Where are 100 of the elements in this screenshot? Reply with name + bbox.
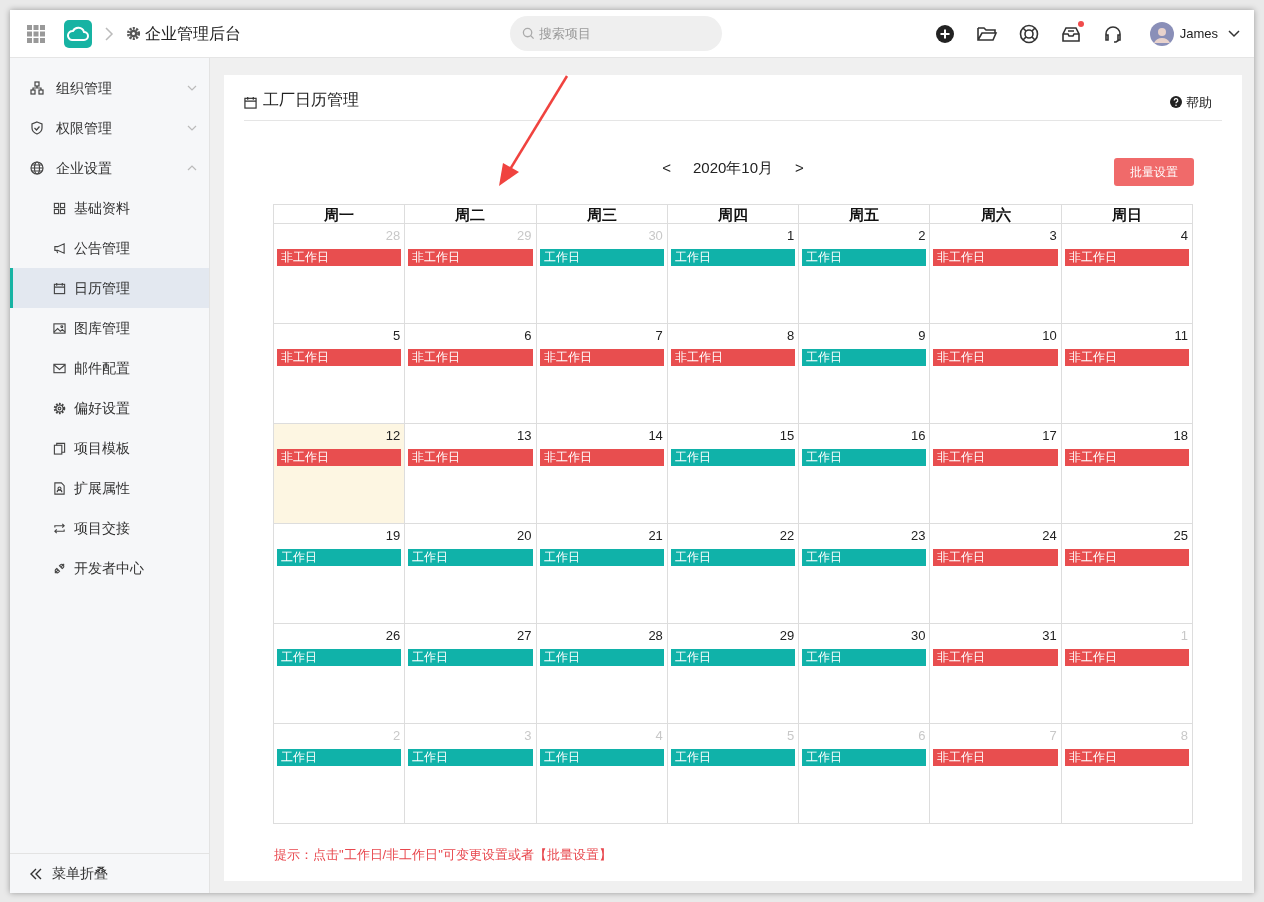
day-status-tag[interactable]: 工作日 bbox=[670, 549, 796, 566]
next-month-button[interactable]: > bbox=[793, 157, 806, 180]
sidebar-subitem[interactable]: 日历管理 bbox=[10, 268, 209, 308]
gear-icon bbox=[126, 26, 141, 41]
day-status-tag[interactable]: 非工作日 bbox=[933, 749, 1058, 766]
chevron-down-icon[interactable] bbox=[1228, 29, 1240, 38]
day-number: 6 bbox=[524, 328, 533, 344]
day-status-tag[interactable]: 工作日 bbox=[539, 749, 664, 766]
page-title: 工厂日历管理 bbox=[263, 90, 359, 110]
day-status-tag[interactable]: 非工作日 bbox=[933, 249, 1058, 266]
day-status-tag[interactable]: 工作日 bbox=[277, 749, 402, 766]
question-icon bbox=[1170, 96, 1182, 109]
weekday-header: 周三 bbox=[536, 205, 668, 224]
day-status-tag[interactable]: 工作日 bbox=[539, 549, 664, 566]
weekday-header: 周二 bbox=[405, 205, 537, 224]
day-status-tag[interactable]: 非工作日 bbox=[408, 349, 533, 366]
sidebar-subitem[interactable]: 开发者中心 bbox=[10, 548, 209, 588]
day-status-tag[interactable]: 工作日 bbox=[670, 249, 796, 266]
day-number: 10 bbox=[1042, 328, 1058, 344]
day-status-tag[interactable]: 工作日 bbox=[277, 549, 402, 566]
sidebar-subitem[interactable]: 邮件配置 bbox=[10, 348, 209, 388]
day-number: 28 bbox=[648, 628, 664, 644]
calendar-icon bbox=[53, 281, 66, 295]
sidebar-subitem[interactable]: 基础资料 bbox=[10, 188, 209, 228]
day-status-tag[interactable]: 非工作日 bbox=[670, 349, 796, 366]
sidebar-subitem[interactable]: 项目交接 bbox=[10, 508, 209, 548]
sidebar-item[interactable]: 企业设置 bbox=[10, 148, 209, 188]
day-status-tag[interactable]: 工作日 bbox=[802, 349, 927, 366]
day-status-tag[interactable]: 工作日 bbox=[670, 649, 796, 666]
grid-icon bbox=[53, 201, 66, 215]
day-status-tag[interactable]: 工作日 bbox=[802, 649, 927, 666]
previous-month-button[interactable]: < bbox=[660, 157, 673, 180]
weekday-header: 周日 bbox=[1061, 205, 1193, 224]
chevron-right-icon bbox=[104, 26, 114, 41]
day-status-tag[interactable]: 工作日 bbox=[408, 649, 533, 666]
day-number: 15 bbox=[779, 428, 796, 444]
month-label: 2020年10月 bbox=[691, 158, 775, 179]
day-status-tag[interactable]: 非工作日 bbox=[1064, 249, 1189, 266]
gear-icon bbox=[53, 401, 66, 415]
day-status-tag[interactable]: 非工作日 bbox=[408, 249, 533, 266]
sidebar-item[interactable]: 组织管理 bbox=[10, 68, 209, 108]
day-number: 13 bbox=[517, 428, 533, 444]
sidebar-subitem[interactable]: 项目模板 bbox=[10, 428, 209, 468]
sidebar-subitem[interactable]: 图库管理 bbox=[10, 308, 209, 348]
day-status-tag[interactable]: 非工作日 bbox=[933, 449, 1058, 466]
day-status-tag[interactable]: 非工作日 bbox=[933, 349, 1058, 366]
app-title: 企业管理后台 bbox=[145, 23, 241, 44]
apps-grid-icon[interactable] bbox=[26, 23, 46, 44]
day-number: 3 bbox=[1049, 228, 1058, 244]
day-status-tag[interactable]: 非工作日 bbox=[539, 349, 664, 366]
day-status-tag[interactable]: 非工作日 bbox=[1064, 549, 1189, 566]
day-status-tag[interactable]: 工作日 bbox=[408, 749, 533, 766]
sidebar-item[interactable]: 权限管理 bbox=[10, 108, 209, 148]
day-number: 31 bbox=[1042, 628, 1058, 644]
day-status-tag[interactable]: 非工作日 bbox=[933, 549, 1058, 566]
day-number: 7 bbox=[655, 328, 664, 344]
sidebar-subitem[interactable]: 偏好设置 bbox=[10, 388, 209, 428]
collapse-menu-button[interactable]: 菜单折叠 bbox=[10, 853, 209, 893]
day-status-tag[interactable]: 非工作日 bbox=[1064, 749, 1189, 766]
day-status-tag[interactable]: 工作日 bbox=[670, 449, 796, 466]
day-status-tag[interactable]: 工作日 bbox=[802, 449, 927, 466]
day-status-tag[interactable]: 工作日 bbox=[408, 549, 533, 566]
search-field[interactable]: 搜索项目 bbox=[510, 16, 722, 51]
day-number: 29 bbox=[779, 628, 796, 644]
day-number: 26 bbox=[385, 628, 402, 644]
sidebar-subitem[interactable]: 公告管理 bbox=[10, 228, 209, 268]
day-status-tag[interactable]: 工作日 bbox=[802, 249, 927, 266]
day-status-tag[interactable]: 非工作日 bbox=[1064, 649, 1189, 666]
day-status-tag[interactable]: 非工作日 bbox=[408, 449, 533, 466]
day-status-tag[interactable]: 非工作日 bbox=[1064, 449, 1189, 466]
lifebuoy-icon[interactable] bbox=[1017, 22, 1040, 45]
shield-icon bbox=[30, 121, 44, 135]
day-status-tag[interactable]: 工作日 bbox=[802, 549, 927, 566]
sidebar-subitem[interactable]: 扩展属性 bbox=[10, 468, 209, 508]
avatar-icon[interactable] bbox=[1149, 21, 1174, 46]
day-number: 20 bbox=[517, 528, 533, 544]
day-status-tag[interactable]: 非工作日 bbox=[1064, 349, 1189, 366]
day-status-tag[interactable]: 工作日 bbox=[539, 649, 664, 666]
day-status-tag[interactable]: 工作日 bbox=[802, 749, 927, 766]
day-status-tag[interactable]: 工作日 bbox=[277, 649, 402, 666]
swap-arrows-icon bbox=[53, 521, 66, 535]
day-number: 23 bbox=[910, 528, 927, 544]
double-chevron-left-icon bbox=[30, 867, 42, 880]
day-status-tag[interactable]: 非工作日 bbox=[933, 649, 1058, 666]
calendar-icon bbox=[244, 96, 257, 109]
day-status-tag[interactable]: 工作日 bbox=[670, 749, 796, 766]
globe-icon bbox=[30, 161, 44, 175]
help-link[interactable]: 帮助 bbox=[1170, 92, 1212, 112]
day-status-tag[interactable]: 非工作日 bbox=[277, 249, 402, 266]
day-status-tag[interactable]: 工作日 bbox=[539, 249, 664, 266]
day-number: 9 bbox=[918, 328, 927, 344]
day-number: 22 bbox=[779, 528, 796, 544]
day-number: 11 bbox=[1174, 328, 1189, 344]
plus-circle-icon[interactable] bbox=[933, 22, 956, 45]
weekday-header: 周四 bbox=[667, 205, 800, 224]
day-status-tag[interactable]: 非工作日 bbox=[539, 449, 664, 466]
day-status-tag[interactable]: 非工作日 bbox=[277, 449, 402, 466]
user-name[interactable]: James bbox=[1179, 23, 1218, 44]
day-status-tag[interactable]: 非工作日 bbox=[277, 349, 402, 366]
batch-settings-button[interactable]: 批量设置 bbox=[1114, 158, 1194, 186]
